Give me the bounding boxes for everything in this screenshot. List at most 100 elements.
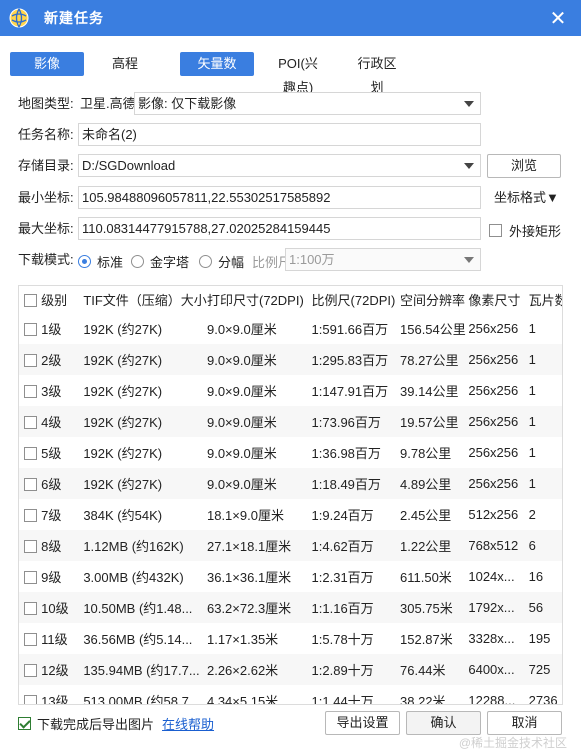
bounding-rect-option[interactable]: 外接矩形 — [489, 221, 561, 240]
globe-icon — [8, 7, 30, 29]
table-row[interactable]: 6级 192K (约27K) 9.0×9.0厘米 1:18.49百万 4.89公里 256… — [19, 468, 562, 499]
row-checkbox[interactable] — [24, 323, 37, 337]
bounding-rect-checkbox[interactable] — [489, 224, 502, 237]
cell-pixel-size: 1024x... — [468, 569, 515, 584]
browse-button[interactable]: 浏览 — [487, 154, 561, 178]
cell-resolution: 4.89公里 — [400, 468, 469, 499]
cell-tif-size: 192K (约27K) — [83, 384, 163, 399]
row-checkbox[interactable] — [24, 633, 37, 647]
cell-tif-size: 10.50MB (约1.48... — [81, 592, 207, 623]
header-scale[interactable]: 比例尺(72DPI) — [312, 286, 400, 313]
row-checkbox-cell — [19, 499, 41, 530]
cell-tif-size: 192K (约27K) — [81, 468, 207, 499]
row-checkbox-cell — [19, 375, 41, 406]
row-checkbox[interactable] — [24, 695, 37, 704]
mode-standard-radio[interactable] — [78, 255, 91, 268]
online-help-link[interactable]: 在线帮助 — [162, 714, 214, 733]
row-checkbox[interactable] — [24, 478, 37, 492]
mode-radio-group: 标准 金字塔 分幅 比例尺: — [78, 252, 295, 271]
cell-resolution: 2.45公里 — [400, 508, 452, 523]
cell-print-size: 9.0×9.0厘米 — [206, 446, 277, 461]
cell-tif-size: 192K (约27K) — [81, 344, 207, 375]
min-coord-input[interactable]: 105.98488096057811,22.55302517585892 — [78, 186, 481, 209]
table-row[interactable]: 7级 384K (约54K) 18.1×9.0厘米 1:9.24百万 2.45公里 512… — [19, 499, 562, 530]
cell-scale: 1:147.91百万 — [311, 384, 389, 399]
table-row[interactable]: 2级 192K (约27K) 9.0×9.0厘米 1:295.83百万 78.27公里 2… — [19, 344, 562, 375]
scale-select[interactable]: 1:100万 — [285, 248, 481, 271]
map-type-select[interactable]: 影像: 仅下载影像 — [134, 92, 481, 115]
row-checkbox[interactable] — [24, 540, 37, 554]
table-row[interactable]: 12级 135.94MB (约17.7... 2.26×2.62米 1:2.89十万 7… — [19, 654, 562, 685]
export-after-download-checkbox[interactable] — [18, 717, 31, 730]
mode-split-label: 分幅 — [218, 255, 245, 270]
row-checkbox[interactable] — [24, 385, 37, 399]
header-resolution[interactable]: 空间分辨率 — [400, 286, 468, 313]
header-pixel-size[interactable]: 像素尺寸 — [468, 286, 528, 313]
tab-poi[interactable]: POI(兴趣点) — [260, 52, 336, 95]
table-row[interactable]: 11级 36.56MB (约5.14... 1.17×1.35米 1:5.78十万 15… — [19, 623, 562, 654]
cell-level: 5级 — [41, 446, 62, 461]
table-row[interactable]: 9级 3.00MB (约432K) 36.1×36.1厘米 1:2.31百万 611.5… — [19, 561, 562, 592]
cell-resolution: 76.44米 — [400, 654, 469, 685]
bounding-rect-label: 外接矩形 — [509, 224, 562, 239]
row-checkbox[interactable] — [24, 509, 37, 523]
table-row[interactable]: 4级 192K (约27K) 9.0×9.0厘米 1:73.96百万 19.57公里 25… — [19, 406, 562, 437]
table-row[interactable]: 3级 192K (约27K) 9.0×9.0厘米 1:147.91百万 39.14公里 2… — [19, 375, 562, 406]
tab-vector[interactable]: 矢量数据 — [180, 52, 254, 95]
cell-pixel-size: 256x256 — [468, 321, 519, 336]
map-type-value: 影像: 仅下载影像 — [138, 96, 237, 111]
tab-elevation[interactable]: 高程 — [96, 52, 154, 76]
table-row[interactable]: 1级 192K (约27K) 9.0×9.0厘米 1:591.66百万 156.54公里… — [19, 313, 562, 344]
export-settings-button[interactable]: 导出设置 — [325, 711, 400, 735]
close-icon[interactable]: ✕ — [547, 7, 569, 30]
cell-tif-size: 192K (约27K) — [81, 406, 207, 437]
mode-pyramid-radio[interactable] — [131, 255, 145, 268]
row-checkbox[interactable] — [24, 571, 37, 585]
cell-tiles: 1 — [528, 344, 562, 375]
cell-tiles: 1 — [528, 406, 562, 437]
row-checkbox[interactable] — [24, 664, 37, 678]
row-checkbox[interactable] — [24, 354, 37, 368]
header-tif-size[interactable]: TIF文件（压缩）大小 — [81, 286, 207, 313]
header-tiles[interactable]: 瓦片数 — [529, 286, 562, 313]
cancel-button[interactable]: 取消 — [487, 711, 562, 735]
row-checkbox[interactable] — [24, 602, 37, 616]
header-print-size[interactable]: 打印尺寸(72DPI) — [207, 286, 312, 313]
tab-admin-division[interactable]: 行政区划 — [342, 52, 412, 95]
confirm-button[interactable]: 确认 — [406, 711, 481, 735]
cell-tif-size: 135.94MB (约17.7... — [81, 654, 207, 685]
cell-tif-size: 1.12MB (约162K) — [81, 530, 207, 561]
select-all-checkbox[interactable] — [24, 294, 37, 308]
max-coord-input[interactable]: 110.08314477915788,27.02025284159445 — [78, 217, 481, 240]
row-checkbox[interactable] — [24, 416, 37, 430]
cell-print-size: 1.17×1.35米 — [206, 632, 279, 647]
download-mode-label: 下载模式: — [18, 252, 74, 267]
cell-scale: 1:1.16百万 — [311, 592, 400, 623]
storage-select[interactable]: D:/SGDownload — [78, 154, 481, 177]
cell-level: 7级 — [41, 508, 62, 523]
tab-imagery[interactable]: 影像 — [10, 52, 84, 76]
row-checkbox-cell — [19, 530, 42, 561]
table-row[interactable]: 5级 192K (约27K) 9.0×9.0厘米 1:36.98百万 9.78公里 256… — [19, 437, 562, 468]
cell-pixel-size: 256x256 — [468, 344, 529, 375]
chevron-down-icon — [464, 257, 474, 263]
mode-pyramid-label: 金字塔 — [150, 255, 190, 270]
cell-pixel-size: 512x256 — [468, 507, 519, 522]
header-level[interactable]: 级别 — [41, 286, 81, 313]
cell-level: 12级 — [41, 654, 82, 685]
row-checkbox-cell — [19, 406, 42, 437]
cell-print-size: 18.1×9.0厘米 — [206, 508, 284, 523]
mode-split-radio[interactable] — [199, 255, 213, 268]
table-row[interactable]: 10级 10.50MB (约1.48... 63.2×72.3厘米 1:1.16百万 3… — [19, 592, 562, 623]
table-row[interactable]: 8级 1.12MB (约162K) 27.1×18.1厘米 1:4.62百万 1.22公… — [19, 530, 562, 561]
table-row[interactable]: 13级 513.00MB (约58.7... 4.34×5.15米 1:1.44十万 3… — [19, 685, 562, 704]
coord-format-button[interactable]: 坐标格式▼ — [494, 187, 559, 209]
row-checkbox-cell — [19, 313, 41, 344]
cell-resolution: 78.27公里 — [400, 344, 469, 375]
window-title: 新建任务 — [44, 10, 104, 26]
map-type-label: 地图类型: — [18, 96, 74, 111]
cell-resolution: 9.78公里 — [400, 446, 452, 461]
task-name-input[interactable]: 未命名(2) — [78, 123, 481, 146]
map-type-prefix: 卫星.高德 — [80, 96, 136, 111]
row-checkbox[interactable] — [24, 447, 37, 461]
